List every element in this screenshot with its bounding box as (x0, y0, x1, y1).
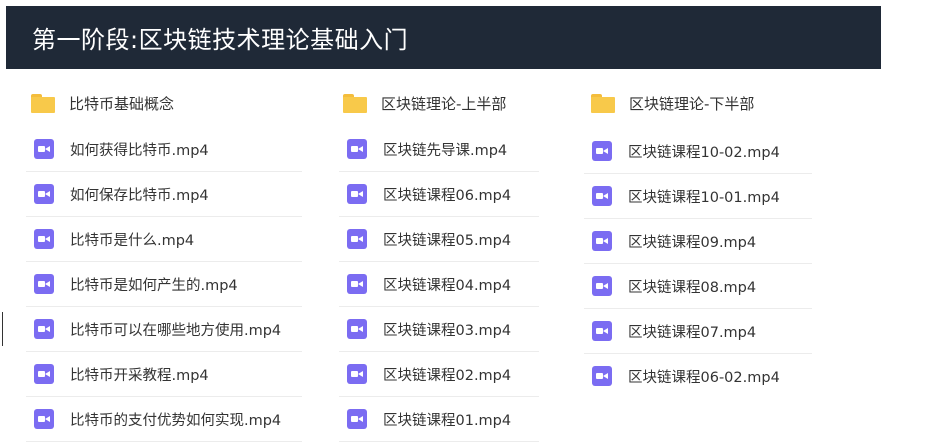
video-file-icon (347, 274, 367, 294)
file-label: 如何获得比特币.mp4 (70, 142, 209, 159)
file-label: 比特币可以在哪些地方使用.mp4 (70, 322, 282, 339)
video-file-icon (592, 321, 612, 341)
folder-bitcoin-basics[interactable]: 比特币基础概念 (31, 83, 301, 123)
file-item[interactable]: 如何保存比特币.mp4 (26, 172, 302, 217)
file-item[interactable]: 比特币是如何产生的.mp4 (26, 262, 302, 307)
folder-label: 区块链理论-下半部 (629, 94, 755, 113)
file-label: 区块链课程06.mp4 (383, 187, 512, 204)
video-file-icon (347, 229, 367, 249)
file-label: 区块链课程07.mp4 (628, 324, 757, 341)
video-file-icon (347, 139, 367, 159)
file-label: 比特币是什么.mp4 (70, 232, 195, 249)
folder-icon (31, 93, 55, 113)
file-item[interactable]: 区块链课程10-02.mp4 (584, 129, 812, 174)
video-file-icon (592, 366, 612, 386)
video-file-icon (34, 409, 54, 429)
page-title: 第一阶段:区块链技术理论基础入门 (32, 26, 409, 54)
file-label: 区块链先导课.mp4 (383, 142, 508, 159)
file-item[interactable]: 比特币的支付优势如何实现.mp4 (26, 397, 302, 442)
video-file-icon (34, 184, 54, 204)
video-file-icon (347, 319, 367, 339)
file-label: 区块链课程03.mp4 (383, 322, 512, 339)
file-label: 如何保存比特币.mp4 (70, 187, 209, 204)
video-file-icon (592, 231, 612, 251)
file-label: 比特币的支付优势如何实现.mp4 (70, 412, 282, 429)
file-item[interactable]: 比特币可以在哪些地方使用.mp4 (26, 307, 302, 352)
video-file-icon (347, 364, 367, 384)
file-item[interactable]: 区块链课程09.mp4 (584, 219, 812, 264)
page-header: 第一阶段:区块链技术理论基础入门 (6, 6, 881, 69)
file-item[interactable]: 区块链课程10-01.mp4 (584, 174, 812, 219)
file-item[interactable]: 区块链课程01.mp4 (339, 397, 539, 442)
file-item[interactable]: 区块链课程07.mp4 (584, 309, 812, 354)
video-file-icon (347, 184, 367, 204)
file-label: 比特币是如何产生的.mp4 (70, 277, 238, 294)
file-item[interactable]: 比特币是什么.mp4 (26, 217, 302, 262)
file-label: 比特币开采教程.mp4 (70, 367, 209, 384)
file-item[interactable]: 区块链课程06.mp4 (339, 172, 539, 217)
video-file-icon (34, 274, 54, 294)
file-label: 区块链课程10-01.mp4 (628, 189, 780, 206)
file-label: 区块链课程06-02.mp4 (628, 369, 780, 386)
video-file-icon (592, 276, 612, 296)
file-label: 区块链课程08.mp4 (628, 279, 757, 296)
video-file-icon (34, 364, 54, 384)
video-file-icon (34, 319, 54, 339)
file-item[interactable]: 区块链课程02.mp4 (339, 352, 539, 397)
folder-blockchain-part2[interactable]: 区块链理论-下半部 (591, 83, 811, 123)
file-item[interactable]: 区块链课程08.mp4 (584, 264, 812, 309)
file-item[interactable]: 区块链课程04.mp4 (339, 262, 539, 307)
video-file-icon (347, 409, 367, 429)
file-label: 区块链课程02.mp4 (383, 367, 512, 384)
folder-label: 区块链理论-上半部 (381, 94, 507, 113)
folder-icon (591, 93, 615, 113)
file-label: 区块链课程10-02.mp4 (628, 144, 780, 161)
folder-label: 比特币基础概念 (69, 94, 175, 113)
file-item[interactable]: 如何获得比特币.mp4 (26, 127, 302, 172)
file-label: 区块链课程01.mp4 (383, 412, 512, 429)
file-item[interactable]: 比特币开采教程.mp4 (26, 352, 302, 397)
video-file-icon (34, 229, 54, 249)
folder-blockchain-part1[interactable]: 区块链理论-上半部 (343, 83, 543, 123)
file-label: 区块链课程04.mp4 (383, 277, 512, 294)
video-file-icon (34, 139, 54, 159)
folder-icon (343, 93, 367, 113)
text-cursor (2, 312, 3, 346)
file-label: 区块链课程05.mp4 (383, 232, 512, 249)
video-file-icon (592, 186, 612, 206)
file-label: 区块链课程09.mp4 (628, 234, 757, 251)
file-item[interactable]: 区块链先导课.mp4 (339, 127, 539, 172)
file-item[interactable]: 区块链课程03.mp4 (339, 307, 539, 352)
file-item[interactable]: 区块链课程05.mp4 (339, 217, 539, 262)
file-item[interactable]: 区块链课程06-02.mp4 (584, 354, 812, 398)
video-file-icon (592, 141, 612, 161)
